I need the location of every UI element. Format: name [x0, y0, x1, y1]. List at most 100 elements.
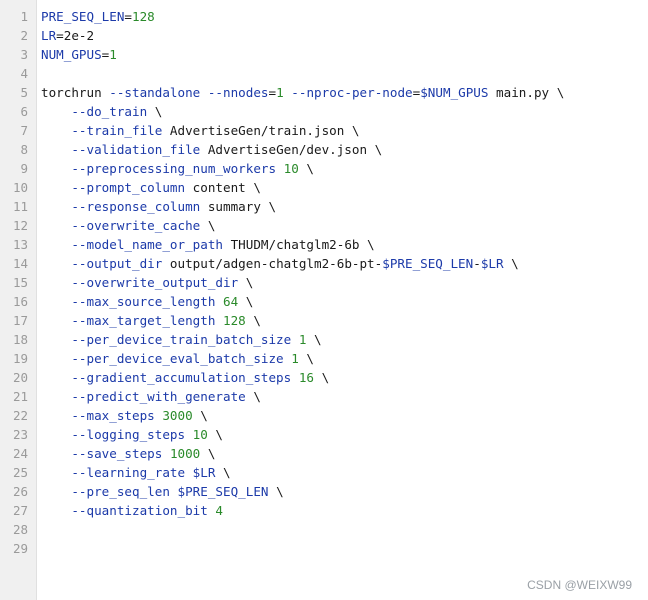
code-line[interactable]: --max_steps 3000 \ [41, 406, 208, 425]
line-number: 25 [12, 465, 28, 480]
code-token: summary \ [200, 199, 277, 214]
code-token: LR [41, 28, 57, 43]
code-line[interactable]: --save_steps 1000 \ [41, 444, 215, 463]
code-line[interactable]: --response_column summary \ [41, 197, 276, 216]
code-token: \ [268, 484, 284, 499]
code-line[interactable]: --pre_seq_len $PRE_SEQ_LEN \ [41, 482, 284, 501]
code-token: 1 [109, 47, 117, 62]
line-number: 12 [12, 218, 28, 233]
code-token: AdvertiseGen/dev.json \ [200, 142, 383, 157]
code-line[interactable]: --train_file AdvertiseGen/train.json \ [41, 121, 359, 140]
code-token: --quantization_bit [71, 503, 208, 518]
code-line[interactable]: --preprocessing_num_workers 10 \ [41, 159, 314, 178]
code-token: --train_file [71, 123, 163, 138]
code-token: \ [207, 427, 224, 442]
code-token: $LR [192, 465, 216, 480]
code-token: \ [215, 465, 231, 480]
code-line[interactable]: --quantization_bit 4 [41, 501, 223, 520]
watermark: CSDN @WEIXW99 [527, 578, 632, 592]
code-token: PRE_SEQ_LEN [41, 9, 125, 24]
code-token: = [268, 85, 277, 100]
code-token: $NUM_GPUS [420, 85, 489, 100]
code-token: \ [306, 332, 322, 347]
code-token: --max_source_length [71, 294, 216, 309]
line-number: 17 [12, 313, 28, 328]
code-token: --pre_seq_len [71, 484, 170, 499]
line-number: 8 [20, 142, 28, 157]
code-token: --save_steps [71, 446, 163, 461]
code-line[interactable]: --max_target_length 128 \ [41, 311, 261, 330]
code-token: main.py \ [488, 85, 565, 100]
code-token: THUDM/chatglm2-6b \ [223, 237, 375, 252]
code-token: torchrun [41, 85, 110, 100]
code-editor[interactable]: 1 2 3 4 5 6 7 8 9 10 11 12 13 14 15 16 17 18 19 20 21 22 23 24 2… [0, 0, 648, 600]
line-number: 19 [12, 351, 28, 366]
code-token: \ [200, 218, 216, 233]
code-token: 3000 [162, 408, 193, 423]
code-token: --overwrite_cache [71, 218, 201, 233]
code-line[interactable]: --output_dir output/adgen-chatglm2-6b-pt… [41, 254, 518, 273]
code-token: --learning_rate [71, 465, 186, 480]
code-line[interactable]: --validation_file AdvertiseGen/dev.json … [41, 140, 382, 159]
code-token: 64 [223, 294, 239, 309]
code-line[interactable]: --predict_with_generate \ [41, 387, 261, 406]
code-line[interactable]: --per_device_train_batch_size 1 \ [41, 330, 322, 349]
code-line[interactable]: PRE_SEQ_LEN=128 [41, 7, 155, 26]
line-number: 13 [12, 237, 28, 252]
code-line[interactable]: --learning_rate $LR \ [41, 463, 231, 482]
line-number: 2 [20, 28, 28, 43]
code-token: output/adgen-chatglm2-6b-pt- [162, 256, 383, 271]
code-line[interactable]: --prompt_column content \ [41, 178, 261, 197]
code-token: --model_name_or_path [71, 237, 223, 252]
code-token: - [473, 256, 481, 271]
code-token: \ [245, 389, 261, 404]
code-token: 10 [283, 161, 299, 176]
code-line[interactable]: --max_source_length 64 \ [41, 292, 253, 311]
code-token: --prompt_column [71, 180, 186, 195]
code-token: \ [200, 446, 216, 461]
code-line[interactable]: torchrun --standalone --nnodes=1 --nproc… [41, 83, 564, 102]
code-token: \ [147, 104, 163, 119]
code-token: --max_target_length [71, 313, 216, 328]
line-number: 10 [12, 180, 28, 195]
code-token: --gradient_accumulation_steps [71, 370, 292, 385]
code-line[interactable]: --overwrite_output_dir \ [41, 273, 253, 292]
code-token: --response_column [71, 199, 201, 214]
code-line[interactable]: NUM_GPUS=1 [41, 45, 117, 64]
code-line[interactable]: --per_device_eval_batch_size 1 \ [41, 349, 314, 368]
code-token: 1 [291, 351, 299, 366]
line-number: 18 [12, 332, 28, 347]
code-line[interactable]: --overwrite_cache \ [41, 216, 215, 235]
code-line[interactable]: --do_train \ [41, 102, 162, 121]
line-number: 28 [12, 522, 28, 537]
code-token: $PRE_SEQ_LEN [382, 256, 474, 271]
code-token: content \ [185, 180, 261, 195]
line-number: 4 [20, 66, 28, 81]
line-number: 22 [12, 408, 28, 423]
line-number: 5 [20, 85, 28, 100]
code-line[interactable]: LR=2e-2 [41, 26, 94, 45]
code-token: --predict_with_generate [71, 389, 246, 404]
code-line[interactable]: --gradient_accumulation_steps 16 \ [41, 368, 329, 387]
code-line[interactable]: --model_name_or_path THUDM/chatglm2-6b \ [41, 235, 375, 254]
code-line[interactable]: --logging_steps 10 \ [41, 425, 223, 444]
code-token: 1 [276, 85, 284, 100]
line-number: 20 [12, 370, 28, 385]
